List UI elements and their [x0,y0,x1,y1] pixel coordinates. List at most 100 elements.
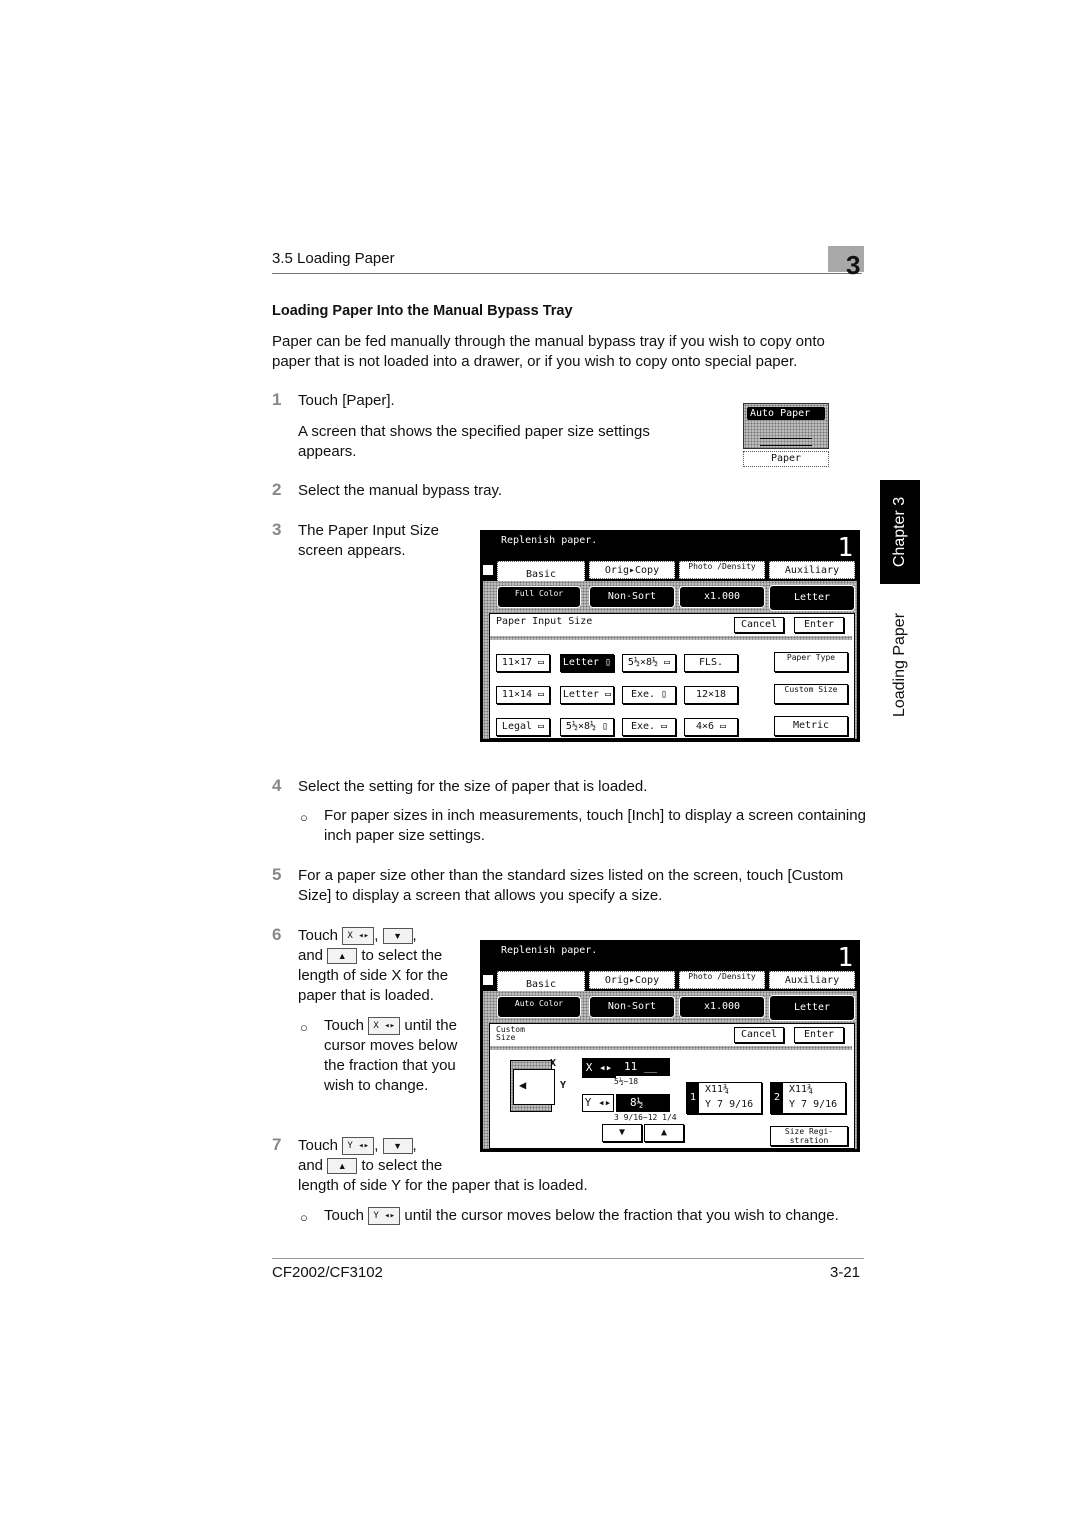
text: Touch [298,927,339,944]
memory-y: Y 7 9/16 [705,1099,754,1110]
step-3-text: The Paper Input Size screen appears. [298,522,439,559]
step-number-2: 2 [272,480,282,499]
x-axis-label: X [550,1058,557,1069]
tab-basic[interactable]: Basic [497,971,585,993]
cancel-button[interactable]: Cancel [734,617,784,633]
paper-input-size-screen: Replenish paper. 1 Basic Orig▸Copy Photo… [480,530,860,742]
tab-auxiliary[interactable]: Auxiliary [769,561,855,579]
step-number-3: 3 [272,520,282,539]
paper-diagram-icon: ◀ [510,1060,555,1112]
panel-divider [490,1046,852,1050]
text: Touch [324,1017,365,1034]
size-exe-portrait[interactable]: Exe. ▯ [622,686,676,704]
memory-number: 2 [771,1083,783,1113]
step-4-text: Select the setting for the size of paper… [298,778,648,795]
tab-orig-copy[interactable]: Orig▸Copy [589,561,675,579]
x-range: 5½~18 [614,1077,639,1086]
footer-model: CF2002/CF3102 [272,1264,383,1281]
bullet-icon: ○ [300,1020,308,1035]
text: and [298,947,324,964]
text: Touch [298,1137,339,1154]
text: and [298,1157,324,1174]
tab-basic[interactable]: Basic [497,561,585,583]
step-2-text: Select the manual bypass tray. [298,482,502,499]
y-value-field[interactable]: 8½ [616,1094,670,1112]
size-registration-button[interactable]: Size Regi- stration [770,1126,848,1146]
down-arrow-icon: ▼ [382,1138,413,1155]
side-tab-chapter: Chapter 3 [880,480,920,584]
paper-button[interactable]: Letter [769,585,855,611]
x-key-icon: X ◂▸ [342,927,375,946]
side-tab-title: Loading Paper [880,600,920,730]
size-12x18[interactable]: 12×18 [684,686,738,704]
x-key-button[interactable]: X ◂▸ [582,1058,616,1078]
page-icon [483,565,493,575]
custom-size-panel: Custom Size Cancel Enter ◀ X Y X ◂▸ 11 _… [489,1023,855,1149]
step-1-sub: A screen that shows the specified paper … [298,423,650,460]
paper-type-button[interactable]: Paper Type [774,652,848,672]
enter-button[interactable]: Enter [794,1027,844,1043]
enter-button[interactable]: Enter [794,617,844,633]
paper-sheet: ◀ [513,1069,555,1105]
page-icon [483,975,493,985]
section-heading: Loading Paper Into the Manual Bypass Tra… [272,303,573,319]
custom-size-button[interactable]: Custom Size [774,684,848,704]
copy-count: 1 [837,943,853,973]
paper-label: Paper [743,451,829,467]
y-key-icon: Y ◂▸ [342,1137,375,1156]
size-fls[interactable]: FLS. [684,654,738,672]
zoom-ratio-button[interactable]: x1.000 [679,586,765,608]
size-legal[interactable]: Legal ▭ [496,718,550,736]
step-1-text: Touch [Paper]. [298,392,395,409]
intro-paragraph: Paper can be fed manually through the ma… [272,333,825,370]
text: until the cursor moves below the fractio… [404,1207,839,1224]
size-letter-landscape[interactable]: Letter ▭ [560,686,614,704]
size-11x14[interactable]: 11×14 ▭ [496,686,550,704]
auto-paper-label: Auto Paper [747,407,825,420]
text: Touch [324,1207,365,1224]
y-key-icon: Y ◂▸ [368,1207,401,1226]
full-color-button[interactable]: Full Color [497,586,581,608]
non-sort-button[interactable]: Non-Sort [589,996,675,1018]
paper-stack-icon [760,438,812,446]
size-4x6[interactable]: 4×6 ▭ [684,718,738,736]
step-5-text: For a paper size other than the standard… [298,867,844,904]
size-11x17[interactable]: 11×17 ▭ [496,654,550,672]
auto-paper-face: Auto Paper [743,403,829,449]
paper-button[interactable]: Letter [769,995,855,1021]
x-value-field[interactable]: 11 __ [616,1058,670,1076]
non-sort-button[interactable]: Non-Sort [589,586,675,608]
zoom-ratio-button[interactable]: x1.000 [679,996,765,1018]
memory-2-button[interactable]: 2 X11¾ Y 7 9/16 [770,1082,846,1114]
up-arrow-icon: ▲ [327,948,358,965]
auto-color-button[interactable]: Auto Color [497,996,581,1018]
copy-count: 1 [837,533,853,563]
down-arrow-icon: ▼ [382,928,413,945]
metric-button[interactable]: Metric [774,716,848,736]
tab-photo-density[interactable]: Photo /Density [679,561,765,579]
paper-input-size-panel: Paper Input Size Cancel Enter 11×17 ▭ Le… [489,613,855,739]
y-key-button[interactable]: Y ◂▸ [582,1094,614,1112]
screen-message: Replenish paper. [501,535,598,546]
footer-rule [272,1258,864,1259]
side-tab-chapter-label: Chapter 3 [891,496,908,568]
step-7-text-cont: length of side Y for the paper that is l… [298,1177,588,1194]
y-range: 3 9/16~12 1/4 [614,1113,677,1122]
up-arrow-button[interactable]: ▲ [644,1124,684,1142]
tab-auxiliary[interactable]: Auxiliary [769,971,855,989]
header-rule [272,273,862,274]
size-exe-landscape[interactable]: Exe. ▭ [622,718,676,736]
text: , [412,927,417,944]
cancel-button[interactable]: Cancel [734,1027,784,1043]
tab-orig-copy[interactable]: Orig▸Copy [589,971,675,989]
text: to select the [361,1157,443,1174]
auto-paper-button[interactable]: Auto Paper Paper [743,403,829,467]
size-5.5x8.5-portrait[interactable]: 5½×8½ ▯ [560,718,614,736]
size-letter-portrait-selected[interactable]: Letter ▯ [560,654,614,672]
bullet-icon: ○ [300,1210,308,1225]
step-7-text: Touch Y ◂▸, ▼, and ▲ to select the [298,1136,478,1176]
memory-1-button[interactable]: 1 X11¾ Y 7 9/16 [686,1082,762,1114]
down-arrow-button[interactable]: ▼ [602,1124,642,1142]
size-5.5x8.5-landscape[interactable]: 5½×8½ ▭ [622,654,676,672]
tab-photo-density[interactable]: Photo /Density [679,971,765,989]
